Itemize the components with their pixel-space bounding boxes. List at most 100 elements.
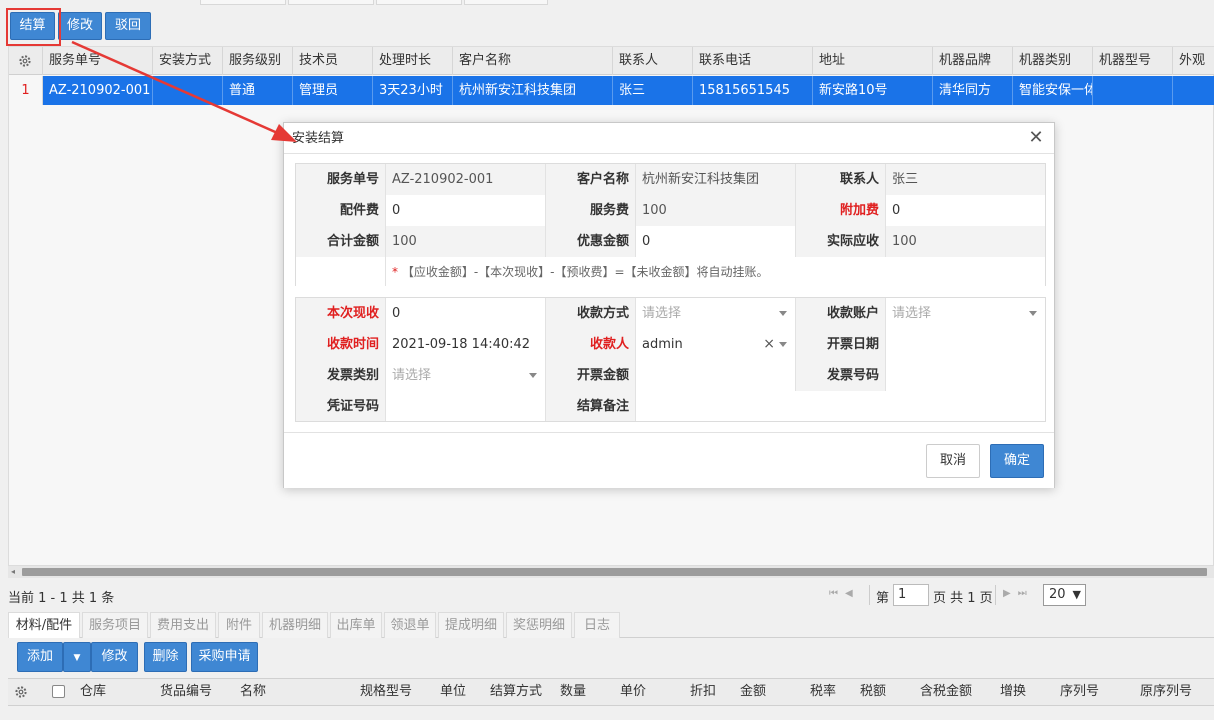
col-header[interactable]: 结算方式 <box>484 679 554 705</box>
gear-icon[interactable] <box>9 47 43 75</box>
cell-duration[interactable]: 3天23小时 <box>373 76 453 105</box>
col-header[interactable]: 折扣 <box>684 679 734 705</box>
top-tab[interactable] <box>376 0 462 5</box>
col-header[interactable]: 数量 <box>554 679 614 705</box>
tab-expenses[interactable]: 费用支出 <box>150 612 216 638</box>
clear-icon[interactable]: × <box>763 329 775 360</box>
account-select[interactable]: 请选择 <box>886 298 1045 329</box>
col-header[interactable]: 联系电话 <box>693 47 813 75</box>
form-row: 发票类别 请选择 开票金额 发票号码 <box>296 360 1045 391</box>
col-header[interactable]: 客户名称 <box>453 47 613 75</box>
col-header[interactable]: 服务单号 <box>43 47 153 75</box>
table-row[interactable]: 1 AZ-210902-001 普通 管理员 3天23小时 杭州新安江科技集团 … <box>9 76 1214 105</box>
select-all-checkbox[interactable] <box>52 679 68 705</box>
cancel-button[interactable]: 取消 <box>926 444 980 478</box>
next-last-page-icon[interactable]: ▶⏭ <box>1003 588 1034 599</box>
invoice-amount-input[interactable] <box>636 360 796 391</box>
cell-category[interactable]: 智能安保一体 <box>1013 76 1093 105</box>
actual-field: 100 <box>886 226 1045 257</box>
cell-contact[interactable]: 张三 <box>613 76 693 105</box>
col-header[interactable]: 服务级别 <box>223 47 293 75</box>
pager-summary: 当前 1 - 1 共 1 条 <box>8 591 115 606</box>
actual-label: 实际应收 <box>796 226 886 257</box>
add-dropdown-button[interactable]: ▼ <box>63 642 91 672</box>
col-header[interactable]: 安装方式 <box>153 47 223 75</box>
col-header[interactable]: 地址 <box>813 47 933 75</box>
horizontal-scrollbar[interactable]: ◂ <box>8 566 1214 578</box>
col-header[interactable]: 原序列号 <box>1134 679 1214 705</box>
tab-rewards[interactable]: 奖惩明细 <box>506 612 572 638</box>
col-header[interactable]: 增换 <box>994 679 1054 705</box>
col-header[interactable]: 联系人 <box>613 47 693 75</box>
col-header[interactable]: 机器类别 <box>1013 47 1093 75</box>
top-tab-strip <box>0 0 1214 6</box>
col-header[interactable]: 处理时长 <box>373 47 453 75</box>
modify-material-button[interactable]: 修改 <box>91 642 138 672</box>
invoice-no-input[interactable] <box>886 360 1045 391</box>
top-tab[interactable] <box>288 0 374 5</box>
scroll-left-icon[interactable]: ◂ <box>11 568 15 576</box>
col-header[interactable]: 名称 <box>234 679 354 705</box>
account-label: 收款账户 <box>796 298 886 329</box>
dialog-footer: 取消 确定 <box>284 432 1054 488</box>
invoice-type-select[interactable]: 请选择 <box>386 360 546 391</box>
cell-model[interactable] <box>1093 76 1173 105</box>
col-header[interactable]: 货品编号 <box>154 679 234 705</box>
add-button[interactable]: 添加 <box>17 642 63 672</box>
tab-service-items[interactable]: 服务项目 <box>82 612 148 638</box>
cell-customer[interactable]: 杭州新安江科技集团 <box>453 76 613 105</box>
pay-method-select[interactable]: 请选择 <box>636 298 796 329</box>
col-header[interactable]: 含税金额 <box>914 679 994 705</box>
top-tab[interactable] <box>200 0 286 5</box>
tab-attachments[interactable]: 附件 <box>218 612 260 638</box>
cell-address[interactable]: 新安路10号 <box>813 76 933 105</box>
col-header[interactable]: 机器品牌 <box>933 47 1013 75</box>
page-input[interactable]: 1 <box>893 584 929 606</box>
invoice-date-input[interactable] <box>886 329 1045 360</box>
col-header[interactable]: 金额 <box>734 679 804 705</box>
cell-technician[interactable]: 管理员 <box>293 76 373 105</box>
col-header[interactable]: 序列号 <box>1054 679 1134 705</box>
col-header[interactable]: 税率 <box>804 679 854 705</box>
cell-phone[interactable]: 15815651545 <box>693 76 813 105</box>
reject-button[interactable]: 驳回 <box>105 12 151 40</box>
modify-button[interactable]: 修改 <box>58 12 102 40</box>
remark-input[interactable] <box>636 391 1045 421</box>
pager: 当前 1 - 1 共 1 条 ⏮◀ 第 1 页 共 1 页 ▶⏭ 20 ▼ <box>0 582 1214 608</box>
purchase-request-button[interactable]: 采购申请 <box>191 642 258 672</box>
invoice-amount-label: 开票金额 <box>546 360 636 391</box>
col-header[interactable]: 机器型号 <box>1093 47 1173 75</box>
cell-service-no[interactable]: AZ-210902-001 <box>43 76 153 105</box>
cell-appearance[interactable] <box>1173 76 1214 105</box>
col-header[interactable]: 外观 <box>1173 47 1214 75</box>
received-time-input[interactable]: 2021-09-18 14:40:42 <box>386 329 546 360</box>
col-header[interactable]: 仓库 <box>74 679 154 705</box>
gear-icon[interactable] <box>8 679 38 705</box>
col-header[interactable]: 单位 <box>434 679 484 705</box>
payee-select[interactable]: admin × <box>636 329 796 360</box>
tab-log[interactable]: 日志 <box>574 612 620 638</box>
discount-input[interactable]: 0 <box>636 226 796 257</box>
col-header[interactable]: 规格型号 <box>354 679 434 705</box>
cell-brand[interactable]: 清华同方 <box>933 76 1013 105</box>
scrollbar-thumb[interactable] <box>22 568 1207 576</box>
cell-install-method[interactable] <box>153 76 223 105</box>
cell-service-level[interactable]: 普通 <box>223 76 293 105</box>
top-tab[interactable] <box>464 0 548 5</box>
delete-button[interactable]: 删除 <box>144 642 187 672</box>
tab-return[interactable]: 领退单 <box>384 612 436 638</box>
ok-button[interactable]: 确定 <box>990 444 1044 478</box>
first-prev-page-icon[interactable]: ⏮◀ <box>829 588 860 599</box>
tab-outbound[interactable]: 出库单 <box>330 612 382 638</box>
tab-commission[interactable]: 提成明细 <box>438 612 504 638</box>
col-header[interactable]: 技术员 <box>293 47 373 75</box>
close-icon[interactable]: ✕ <box>1026 128 1046 148</box>
extra-fee-input[interactable]: 0 <box>886 195 1045 226</box>
tab-machine-details[interactable]: 机器明细 <box>262 612 328 638</box>
tab-materials[interactable]: 材料/配件 <box>8 612 80 638</box>
col-header[interactable]: 单价 <box>614 679 684 705</box>
received-input[interactable]: 0 <box>386 298 546 329</box>
page-size-select[interactable]: 20 ▼ <box>1043 584 1086 606</box>
voucher-input[interactable] <box>386 391 546 421</box>
col-header[interactable]: 税额 <box>854 679 914 705</box>
